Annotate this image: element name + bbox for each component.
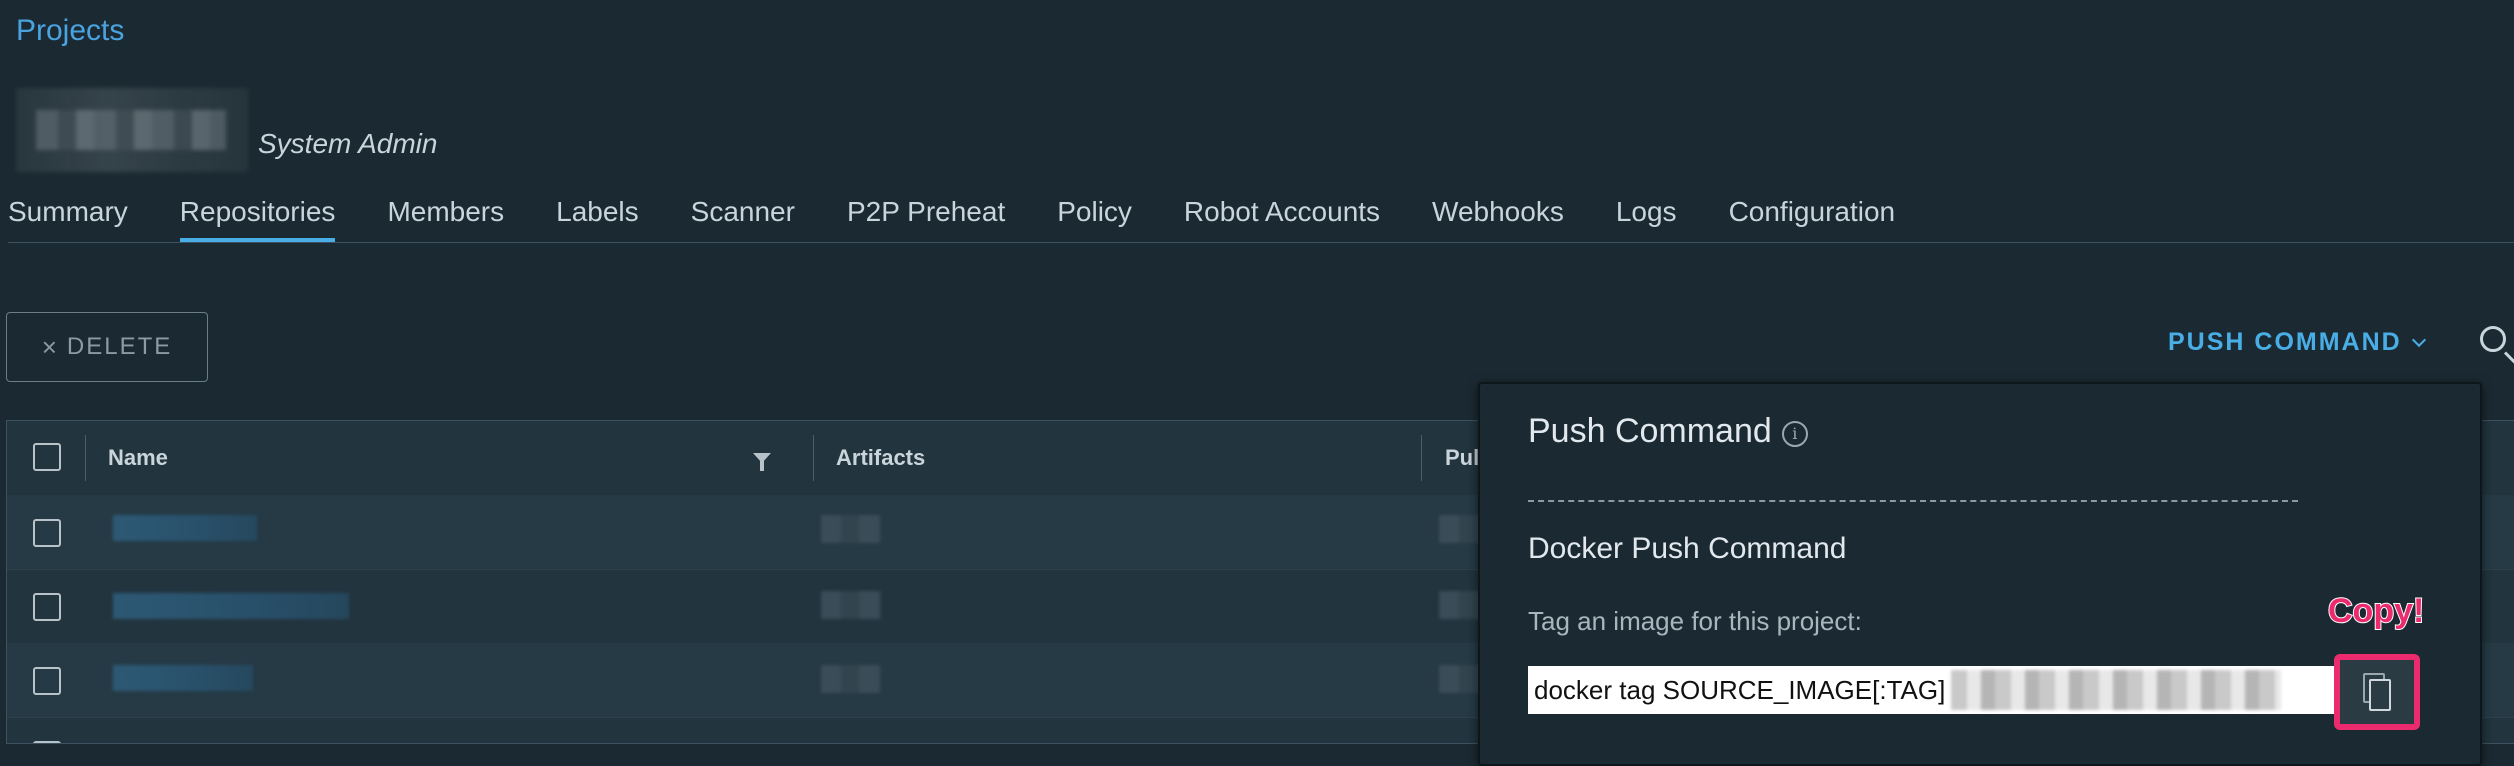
column-header-name[interactable]: Name: [108, 421, 168, 495]
project-name-redacted: [16, 88, 248, 172]
row-checkbox[interactable]: [33, 519, 61, 547]
registry-path-redacted: [1951, 670, 2282, 710]
tab-members[interactable]: Members: [387, 190, 504, 240]
tab-logs[interactable]: Logs: [1616, 190, 1677, 240]
docker-push-command-heading: Docker Push Command: [1528, 532, 1847, 565]
column-header-artifacts[interactable]: Artifacts: [836, 421, 925, 495]
search-icon[interactable]: [2480, 326, 2506, 352]
project-tabs: Summary Repositories Members Labels Scan…: [8, 190, 2514, 243]
close-icon: ×: [41, 331, 57, 362]
row-checkbox[interactable]: [33, 667, 61, 695]
artifact-count-redacted: [821, 665, 881, 693]
breadcrumb-projects[interactable]: Projects: [16, 14, 124, 48]
info-icon[interactable]: i: [1781, 420, 1808, 447]
column-divider: [85, 435, 86, 481]
filter-icon[interactable]: [753, 453, 771, 471]
tab-summary[interactable]: Summary: [8, 190, 128, 240]
user-role: System Admin: [258, 128, 438, 159]
tab-configuration[interactable]: Configuration: [1729, 190, 1896, 240]
row-checkbox[interactable]: [33, 593, 61, 621]
delete-button-label: DELETE: [66, 333, 173, 360]
tab-repositories[interactable]: Repositories: [179, 190, 335, 242]
tag-command-field[interactable]: docker tag SOURCE_IMAGE[:TAG]: [1528, 666, 2338, 714]
push-command-dropdown[interactable]: PUSH COMMAND: [2168, 328, 2426, 357]
popover-title: Push Command i: [1528, 412, 1808, 451]
tab-robot-accounts[interactable]: Robot Accounts: [1184, 190, 1380, 240]
chevron-down-icon: [2411, 332, 2426, 347]
repository-name-redacted[interactable]: [113, 665, 253, 691]
tab-policy[interactable]: Policy: [1057, 190, 1132, 240]
column-header-pulls[interactable]: Pul: [1445, 421, 1479, 495]
tag-image-label: Tag an image for this project:: [1528, 606, 1862, 636]
repository-name-redacted[interactable]: [113, 515, 257, 541]
dashed-divider: [1528, 500, 2298, 502]
artifact-count-redacted: [821, 515, 881, 543]
column-divider: [1421, 435, 1422, 481]
repository-name-redacted[interactable]: [113, 593, 349, 619]
select-all-checkbox[interactable]: [33, 443, 61, 471]
copy-icon: [2363, 673, 2391, 711]
copy-button[interactable]: [2334, 654, 2420, 730]
tab-labels[interactable]: Labels: [556, 190, 639, 240]
tag-command-text: docker tag SOURCE_IMAGE[:TAG]: [1534, 674, 1946, 705]
tab-scanner[interactable]: Scanner: [691, 190, 795, 240]
copy-annotation: Copy!: [2327, 591, 2425, 631]
column-divider: [813, 435, 814, 481]
push-command-label: PUSH COMMAND: [2168, 328, 2402, 356]
push-command-popover: Push Command i Docker Push Command Tag a…: [1478, 382, 2482, 766]
tab-webhooks[interactable]: Webhooks: [1432, 190, 1564, 240]
popover-title-text: Push Command: [1528, 412, 1772, 450]
delete-button[interactable]: × DELETE: [6, 312, 208, 382]
artifact-count-redacted: [821, 591, 881, 619]
tab-p2p-preheat[interactable]: P2P Preheat: [847, 190, 1005, 240]
